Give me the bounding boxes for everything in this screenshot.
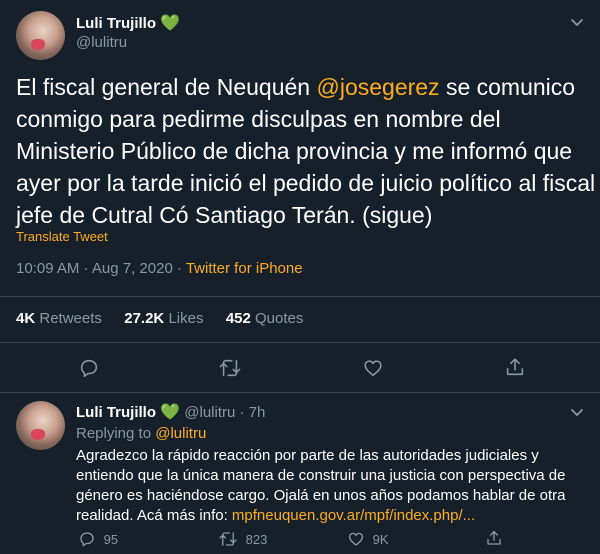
likes-stat[interactable]: 27.2K Likes — [124, 310, 207, 327]
mention-link[interactable]: @josegerez — [316, 74, 439, 100]
reply-time[interactable]: · 7h — [240, 404, 266, 421]
tweet-timestamp[interactable]: 10:09 AM · Aug 7, 2020 · — [16, 260, 186, 277]
like-icon — [347, 530, 365, 548]
translate-tweet-link[interactable]: Translate Tweet — [16, 229, 108, 244]
reply-line: género es haciéndose cargo. Ojalá en uno… — [76, 487, 566, 504]
tweet-stats: 4K Retweets 27.2K Likes 452 Quotes — [16, 310, 303, 327]
quotes-stat[interactable]: 452 Quotes — [226, 310, 304, 327]
divider — [0, 342, 600, 343]
chevron-down-icon[interactable] — [569, 14, 585, 30]
author-name[interactable]: Luli Trujillo — [76, 15, 156, 32]
tweet-line: Ministerio Público de dicha provincia y … — [16, 138, 573, 164]
quotes-count: 452 — [225, 310, 251, 327]
tweet-text-segment: se comunico — [439, 74, 576, 100]
likes-label: Likes — [168, 310, 204, 327]
replying-to-label: Replying to — [76, 425, 156, 442]
author-avatar[interactable] — [16, 11, 65, 60]
reply-reply-action[interactable]: 95 — [78, 530, 118, 548]
share-icon[interactable] — [504, 356, 526, 378]
tweet-line: conmigo para pedirme disculpas en nombre… — [16, 106, 501, 132]
reply-count: 95 — [103, 531, 119, 547]
reply-text-segment: realidad. Acá más info: — [76, 507, 232, 524]
tweet-text: El fiscal general de Neuquén @josegerez … — [16, 71, 595, 231]
tweet-meta: 10:09 AM · Aug 7, 2020 · Twitter for iPh… — [16, 260, 303, 277]
replying-to-handle[interactable]: @lulitru — [155, 425, 206, 442]
reply-icon[interactable] — [78, 357, 100, 379]
reply-author-name[interactable]: Luli Trujillo — [76, 404, 156, 421]
reply-author-handle[interactable]: @lulitru — [184, 404, 235, 421]
divider — [0, 392, 600, 393]
reply-retweet-action[interactable]: 823 — [218, 530, 267, 548]
author-handle[interactable]: @lulitru — [76, 34, 127, 51]
reply-text: Agradezco la rápido reacción por parte d… — [76, 446, 566, 526]
retweets-stat[interactable]: 4K Retweets — [16, 310, 106, 327]
green-heart-emoji: 💚 — [160, 404, 181, 421]
retweet-icon — [218, 530, 238, 548]
green-heart-emoji: 💚 — [160, 15, 181, 32]
reply-url-link[interactable]: mpfneuquen.gov.ar/mpf/index.php/... — [232, 507, 475, 524]
reply-line: realidad. Acá más info: mpfneuquen.gov.a… — [76, 506, 566, 526]
reply-like-action[interactable]: 9K — [347, 530, 389, 548]
divider — [0, 296, 600, 297]
likes-count: 27.2K — [124, 310, 165, 327]
author-name-row[interactable]: Luli Trujillo 💚 — [76, 13, 180, 33]
tweet-source-link[interactable]: Twitter for iPhone — [186, 260, 303, 277]
retweet-icon[interactable] — [218, 357, 242, 379]
reply-author-avatar[interactable] — [16, 401, 65, 450]
reply-retweet-count: 823 — [245, 531, 268, 547]
share-icon[interactable] — [485, 529, 503, 547]
quotes-label: Quotes — [255, 310, 304, 327]
retweets-label: Retweets — [39, 310, 102, 327]
reply-like-count: 9K — [372, 531, 389, 547]
tweet-line: jefe de Cutral Có Santiago Terán. (sigue… — [16, 202, 433, 228]
tweet-line: ayer por la tarde inició el pedido de ju… — [16, 170, 596, 196]
tweet-line: El fiscal general de Neuquén @josegerez … — [16, 71, 595, 103]
reply-line: Agradezco la rápido reacción por parte d… — [76, 447, 539, 464]
tweet-text-segment: El fiscal general de Neuquén — [16, 74, 317, 100]
like-icon[interactable] — [362, 357, 384, 379]
chevron-down-icon[interactable] — [569, 404, 585, 420]
reply-icon — [78, 530, 96, 548]
retweets-count: 4K — [16, 310, 36, 327]
replying-to: Replying to @lulitru — [76, 425, 206, 442]
reply-header: Luli Trujillo 💚 @lulitru · 7h — [76, 402, 265, 422]
reply-line: entiendo que la única manera de construi… — [76, 467, 566, 484]
